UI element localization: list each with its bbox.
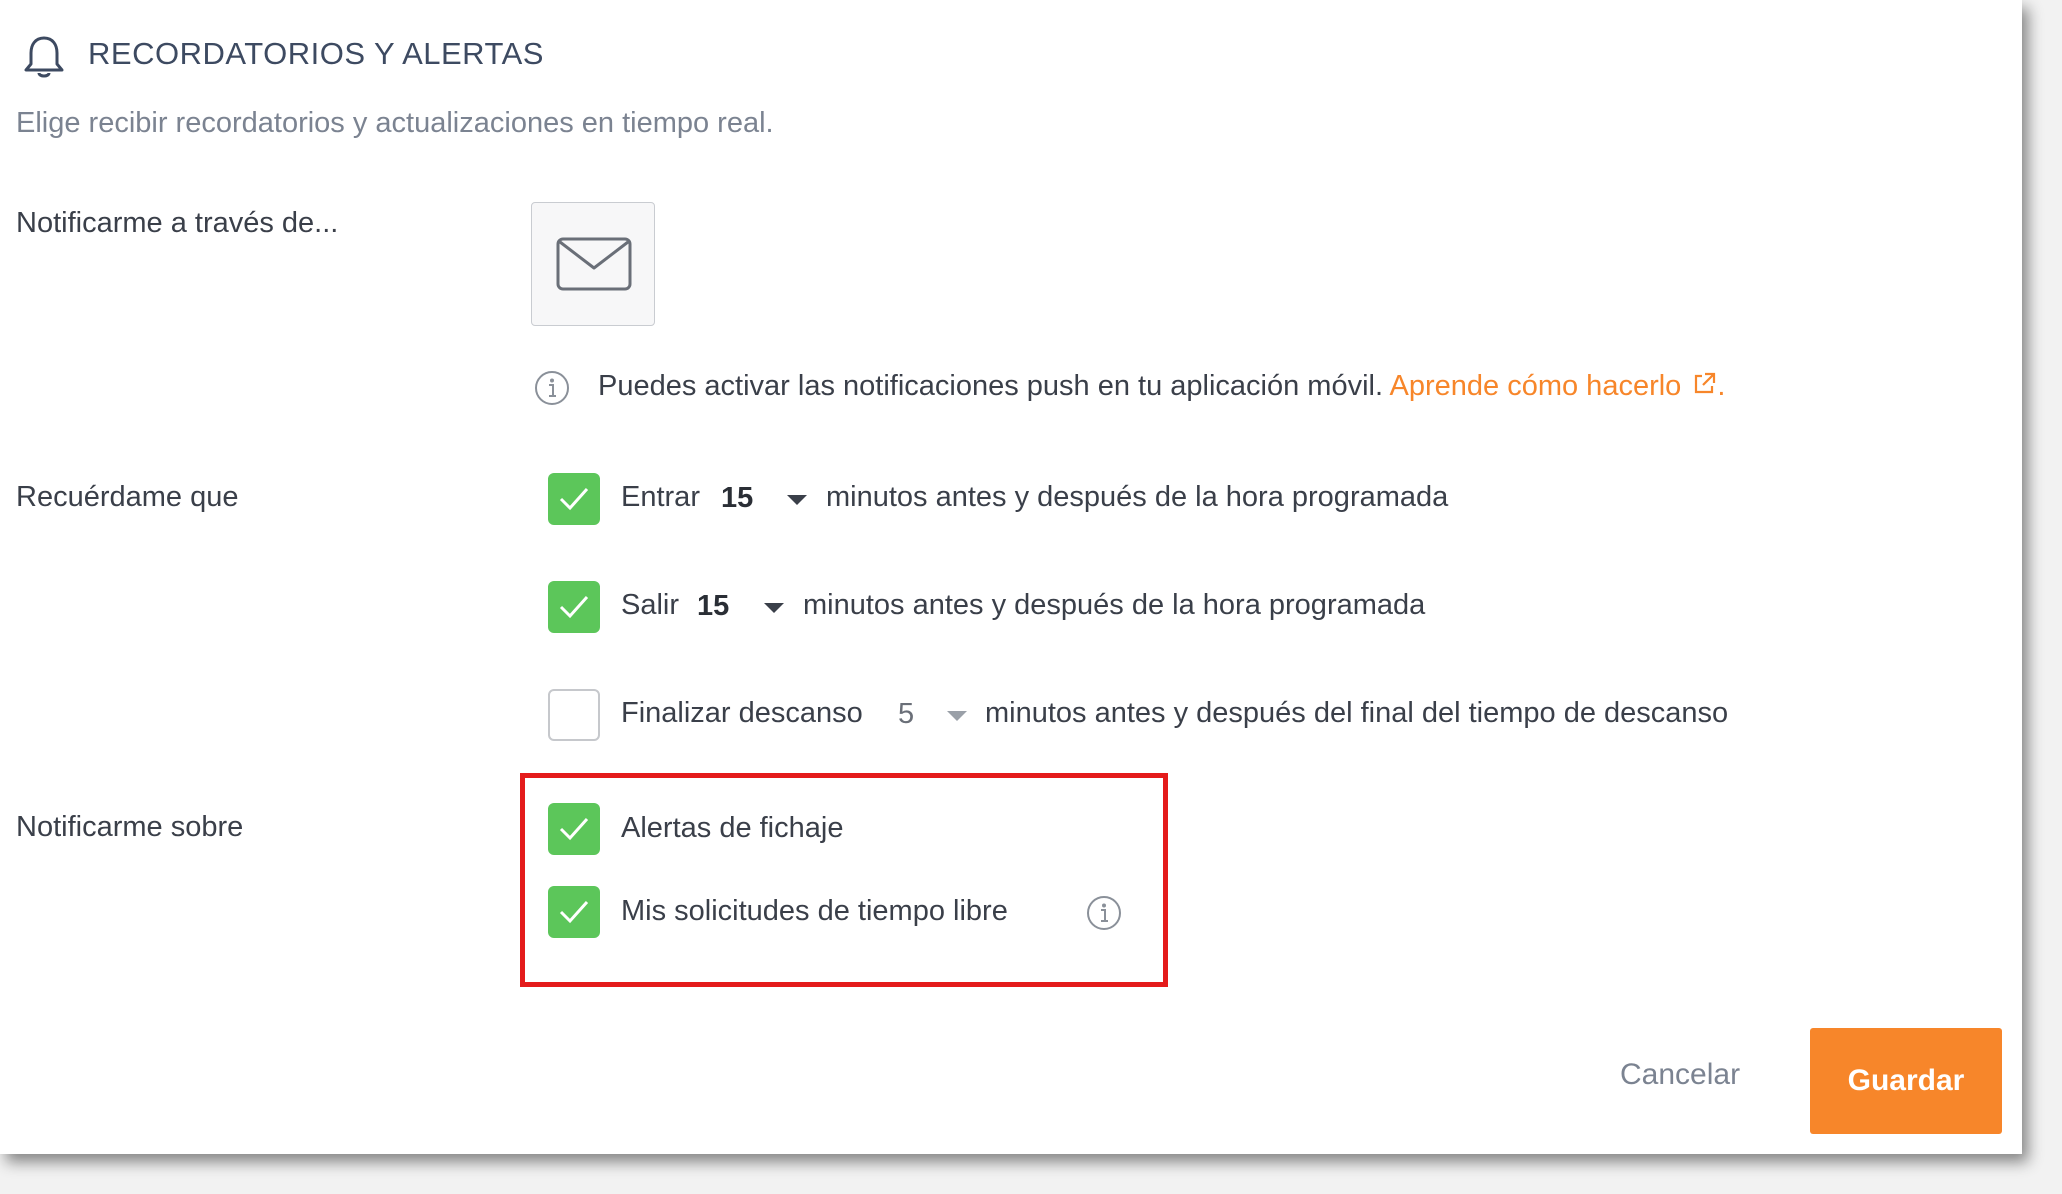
clock-out-action: Salir [621, 589, 680, 621]
notify-about-label: Notificarme sobre [16, 811, 244, 843]
learn-how-link[interactable]: Aprende cómo hacerlo . [1390, 370, 1726, 402]
reminders-panel: RECORDATORIOS Y ALERTAS Elige recibir re… [0, 0, 2022, 1154]
end-break-checkbox[interactable] [548, 689, 600, 741]
clock-in-minutes-dropdown[interactable] [787, 495, 807, 505]
clock-out-description: minutos antes y después de la hora progr… [803, 589, 1426, 621]
clock-in-action: Entrar [621, 481, 700, 513]
clock-in-minutes-value[interactable]: 15 [721, 482, 753, 515]
external-link-icon [1691, 371, 1717, 405]
clock-in-description: minutos antes y después de la hora progr… [826, 481, 1449, 513]
learn-how-link-label: Aprende cómo hacerlo [1389, 370, 1682, 402]
push-info-text: Puedes activar las notificaciones push e… [598, 370, 1725, 405]
link-period: . [1717, 370, 1726, 402]
envelope-icon [556, 237, 632, 291]
end-break-action: Finalizar descanso [621, 697, 863, 729]
check-icon [559, 595, 589, 619]
info-icon [534, 370, 570, 406]
end-break-minutes-value[interactable]: 5 [898, 698, 914, 731]
email-channel-button[interactable] [531, 202, 655, 326]
clock-in-checkbox[interactable] [548, 473, 600, 525]
save-button[interactable]: Guardar [1810, 1028, 2002, 1134]
section-subtitle: Elige recibir recordatorios y actualizac… [16, 107, 774, 139]
bell-icon [22, 34, 66, 80]
remind-me-label: Recuérdame que [16, 481, 239, 513]
canvas: RECORDATORIOS Y ALERTAS Elige recibir re… [0, 0, 2062, 1194]
end-break-description: minutos antes y después del final del ti… [985, 697, 1729, 729]
clock-out-checkbox[interactable] [548, 581, 600, 633]
clock-out-minutes-dropdown[interactable] [764, 603, 784, 613]
section-title: RECORDATORIOS Y ALERTAS [88, 36, 544, 71]
end-break-minutes-dropdown[interactable] [947, 711, 967, 721]
check-icon [559, 487, 589, 511]
clock-out-minutes-value[interactable]: 15 [697, 590, 729, 623]
push-info-message: Puedes activar las notificaciones push e… [598, 370, 1384, 402]
cancel-button[interactable]: Cancelar [1620, 1058, 1740, 1092]
highlight-annotation-box [520, 773, 1168, 987]
notify-via-label: Notificarme a través de... [16, 207, 339, 239]
